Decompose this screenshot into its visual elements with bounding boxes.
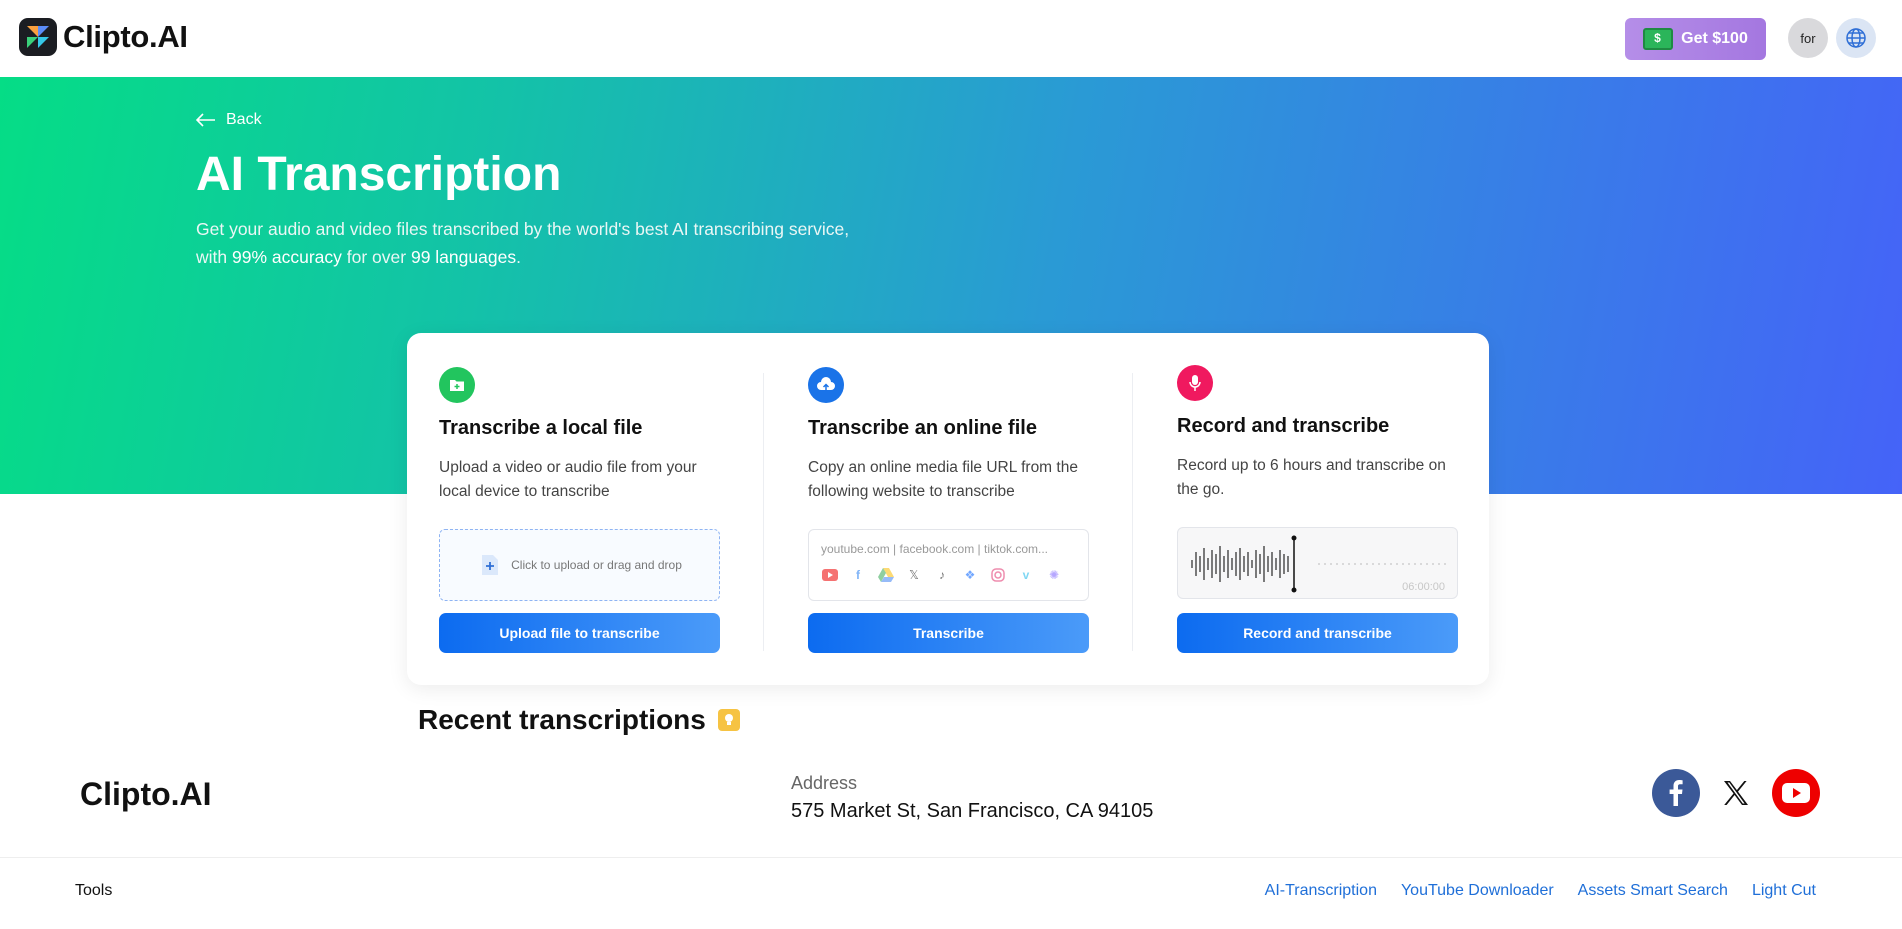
dropzone-text: Click to upload or drag and drop	[511, 558, 682, 572]
language-globe-button[interactable]	[1836, 18, 1876, 58]
hero-subtitle: Get your audio and video files transcrib…	[196, 215, 896, 271]
x-link[interactable]	[1712, 769, 1760, 817]
get-100-button[interactable]: Get $100	[1625, 18, 1766, 60]
hero-subtitle-end: .	[516, 247, 521, 267]
record-column: Record and transcribe Record up to 6 hou…	[1145, 333, 1514, 685]
upload-dropzone[interactable]: Click to upload or drag and drop	[439, 529, 720, 601]
instagram-icon	[989, 566, 1007, 584]
record-desc: Record up to 6 hours and transcribe on t…	[1177, 457, 1446, 498]
link-assets-smart-search[interactable]: Assets Smart Search	[1578, 882, 1728, 900]
facebook-icon	[1669, 780, 1683, 806]
url-input[interactable]: youtube.com | facebook.com | tiktok.com.…	[808, 529, 1089, 601]
link-ai-transcription[interactable]: AI-Transcription	[1265, 882, 1377, 900]
online-file-column: Transcribe an online file Copy an online…	[776, 333, 1145, 685]
link-youtube-downloader[interactable]: YouTube Downloader	[1401, 882, 1554, 900]
record-time: 06:00:00	[1402, 581, 1445, 593]
x-icon: 𝕏	[909, 568, 919, 582]
address-label: Address	[791, 773, 858, 793]
recent-title: Recent transcriptions	[418, 704, 706, 735]
record-button[interactable]: Record and transcribe	[1177, 613, 1458, 653]
x-icon	[1724, 781, 1748, 805]
vimeo-icon: v	[1022, 568, 1030, 582]
hero-subtitle-for: for over	[341, 247, 411, 267]
waveform-preview: 06:00:00	[1177, 527, 1458, 599]
back-label: Back	[226, 111, 262, 128]
hero-subtitle-line1: Get your audio and video files transcrib…	[196, 219, 850, 239]
platform-icons: f 𝕏 ♪ ❖ v ✺	[821, 566, 1076, 584]
dropbox-icon: ❖	[964, 568, 976, 582]
footer-divider	[0, 857, 1902, 858]
online-file-desc: Copy an online media file URL from the f…	[808, 459, 1078, 500]
google-drive-icon	[877, 566, 895, 584]
globe-icon	[1846, 28, 1866, 48]
tools-label: Tools	[75, 882, 113, 899]
hero-subtitle-with: with	[196, 247, 232, 267]
lightbulb-icon[interactable]	[717, 709, 740, 731]
microphone-icon	[1177, 365, 1213, 401]
page-title: AI Transcription	[196, 148, 562, 201]
upload-file-button[interactable]: Upload file to transcribe	[439, 613, 720, 653]
address-text: 575 Market St, San Francisco, CA 94105	[791, 800, 1154, 822]
facebook-link[interactable]	[1652, 769, 1700, 817]
facebook-icon: f	[856, 568, 860, 582]
local-file-column: Transcribe a local file Upload a video o…	[407, 333, 776, 685]
youtube-link[interactable]	[1772, 769, 1820, 817]
footer-logo[interactable]: Clipto.AI	[80, 776, 212, 813]
folder-plus-icon	[439, 367, 475, 403]
logo-text: Clipto.AI	[63, 19, 188, 54]
cloud-upload-icon	[808, 367, 844, 403]
logo-mark-icon	[19, 18, 57, 56]
tiktok-icon: ♪	[939, 568, 945, 582]
logo[interactable]: Clipto.AI	[19, 18, 188, 56]
languages-highlight: 99 languages	[410, 247, 517, 267]
youtube-icon	[1782, 783, 1810, 803]
local-file-title: Transcribe a local file	[439, 417, 643, 439]
link-light-cut[interactable]: Light Cut	[1752, 882, 1816, 900]
back-link[interactable]: Back	[196, 111, 262, 129]
online-file-title: Transcribe an online file	[808, 417, 1037, 439]
url-placeholder: youtube.com | facebook.com | tiktok.com.…	[821, 542, 1048, 556]
cash-icon	[1643, 28, 1674, 50]
for-button[interactable]: for	[1788, 18, 1828, 58]
accuracy-highlight: 99% accuracy	[231, 247, 342, 267]
local-file-desc: Upload a video or audio file from your l…	[439, 459, 697, 500]
youtube-icon	[821, 566, 839, 584]
transcribe-button[interactable]: Transcribe	[808, 613, 1089, 653]
top-header: Clipto.AI Get $100 for	[0, 0, 1902, 77]
get-100-label: Get $100	[1681, 30, 1748, 47]
arrow-left-icon	[196, 113, 215, 127]
footer-links: AI-Transcription YouTube Downloader Asse…	[1265, 882, 1816, 900]
other-platform-icon: ✺	[1048, 568, 1060, 582]
transcription-options-card: Transcribe a local file Upload a video o…	[407, 333, 1489, 685]
recent-transcriptions-heading: Recent transcriptions	[418, 704, 740, 736]
record-title: Record and transcribe	[1177, 415, 1390, 437]
file-add-icon	[482, 555, 499, 575]
